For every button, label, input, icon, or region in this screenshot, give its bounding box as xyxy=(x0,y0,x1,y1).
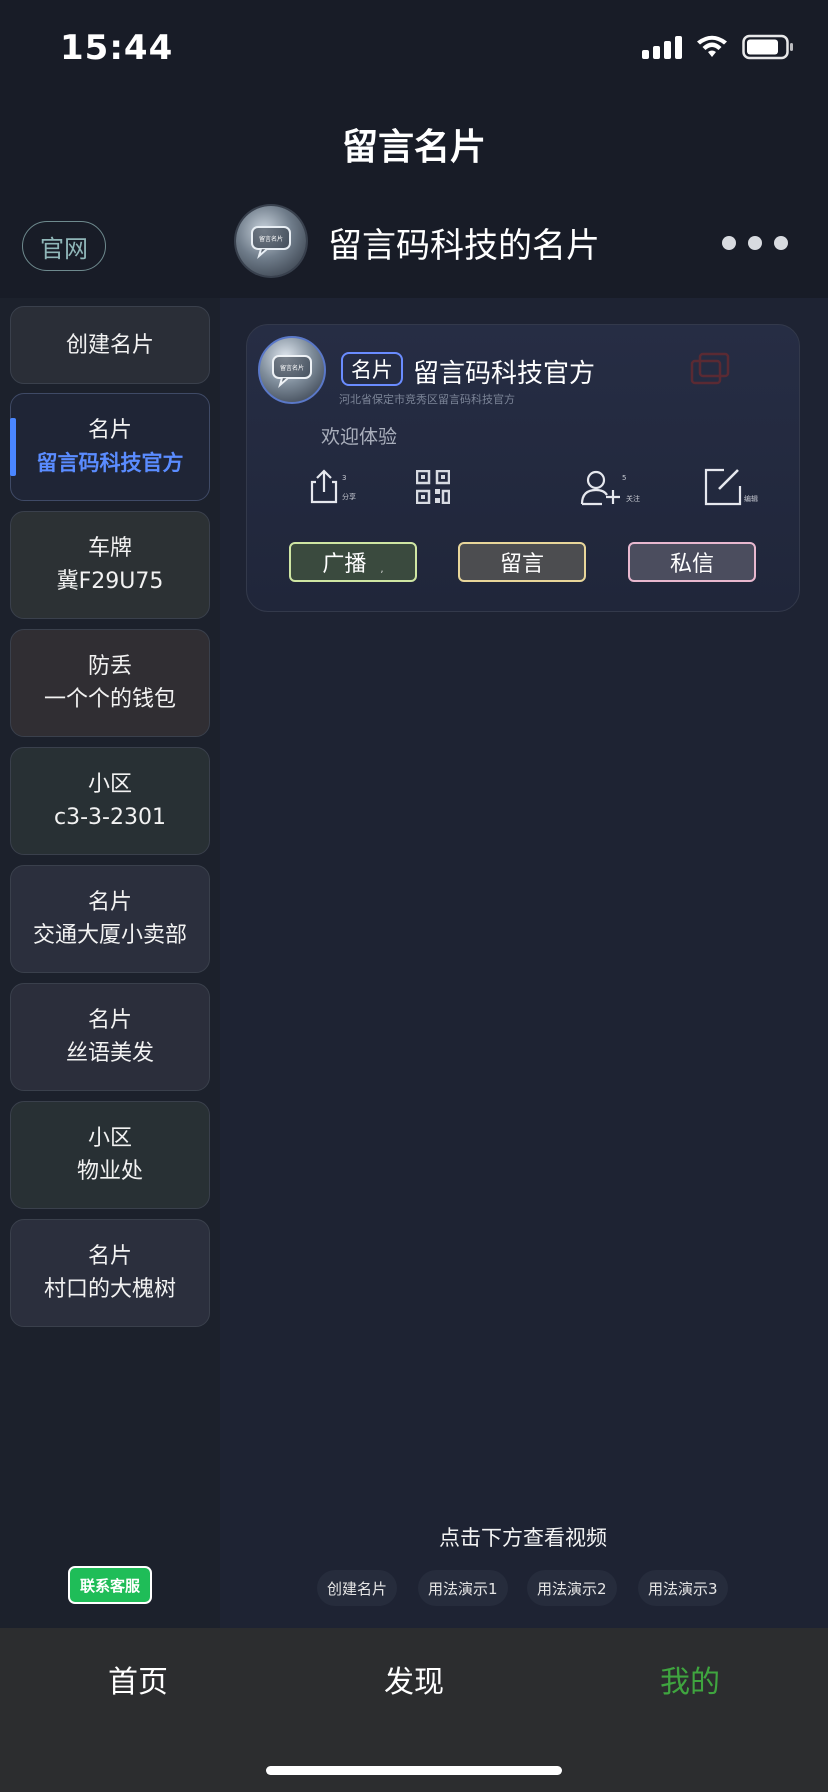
private-message-button[interactable]: 私信 xyxy=(628,542,756,582)
status-icons xyxy=(642,34,794,60)
tab-mine[interactable]: 我的 xyxy=(660,1657,720,1701)
page-title: 留言名片 xyxy=(341,127,486,168)
sidebar-item-name: 留言码科技官方 xyxy=(36,451,184,475)
sidebar-item-6[interactable]: 名片 丝语美发 xyxy=(10,983,210,1091)
sidebar-item-name: 丝语美发 xyxy=(65,1041,154,1066)
sidebar-item-name: 村口的大槐树 xyxy=(43,1277,176,1302)
sidebar-item-type: 防丢 xyxy=(87,654,132,679)
sidebar-item-name: 物业处 xyxy=(76,1159,143,1184)
welcome-text: 欢迎体验 xyxy=(321,426,398,448)
add-user-icon xyxy=(580,470,620,506)
follow-count: 5 xyxy=(622,474,627,482)
sidebar-item-type: 名片 xyxy=(87,1008,132,1033)
battery-icon xyxy=(742,34,793,60)
video-hint: 点击下方查看视频 xyxy=(439,1526,607,1550)
signal-icon xyxy=(642,35,682,59)
tab-home[interactable]: 首页 xyxy=(108,1657,168,1701)
more-icon[interactable] xyxy=(722,236,788,250)
wifi-icon xyxy=(697,35,727,57)
follow-button[interactable]: 5 关注 xyxy=(580,468,640,506)
chat-bubble-icon: 留言名片 xyxy=(272,355,312,388)
sidebar-item-name: c3-3-2301 xyxy=(54,805,166,830)
card-name: 留言码科技官方 xyxy=(413,359,596,389)
tab-discover[interactable]: 发现 xyxy=(384,1657,444,1701)
edit-icon xyxy=(704,468,742,506)
avatar-logo-text: 留言名片 xyxy=(259,235,283,243)
sidebar-item-name: 交通大厦小卖部 xyxy=(32,923,187,948)
official-site-button[interactable]: 官网 xyxy=(22,221,106,271)
sidebar-item-name: 冀F29U75 xyxy=(56,569,164,594)
sidebar-item-5[interactable]: 名片 交通大厦小卖部 xyxy=(10,865,210,973)
video-chip-create[interactable]: 创建名片 xyxy=(317,1570,398,1606)
sidebar-item-type: 小区 xyxy=(87,1126,132,1151)
qr-code-icon xyxy=(416,470,450,504)
broadcast-label: 广播 xyxy=(322,552,367,577)
share-icon xyxy=(310,469,338,504)
sidebar-item-7[interactable]: 小区 物业处 xyxy=(10,1101,210,1209)
active-indicator xyxy=(10,418,16,476)
sidebar-item-type: 小区 xyxy=(87,772,132,797)
qr-code-button[interactable] xyxy=(416,470,450,504)
sidebar-item-4[interactable]: 小区 c3-3-2301 xyxy=(10,747,210,855)
card-type-badge: 名片 xyxy=(341,352,403,386)
status-time: 15:44 xyxy=(60,28,174,68)
sidebar-item-1[interactable]: 名片 留言码科技官方 xyxy=(10,393,210,501)
contact-support-button[interactable]: 联系客服 xyxy=(68,1566,152,1604)
avatar[interactable]: 留言名片 xyxy=(236,206,306,276)
card-avatar[interactable]: 留言名片 xyxy=(258,336,326,404)
video-chip-demo-2[interactable]: 用法演示2 xyxy=(527,1570,617,1606)
sidebar-item-type: 名片 xyxy=(87,418,132,443)
create-card-label: 创建名片 xyxy=(65,332,154,358)
video-chip-demo-3[interactable]: 用法演示3 xyxy=(638,1570,728,1606)
broadcast-mark: , xyxy=(380,563,384,575)
sidebar-item-name: 一个个的钱包 xyxy=(43,687,176,712)
sidebar-item-8[interactable]: 名片 村口的大槐树 xyxy=(10,1219,210,1327)
share-caption: 分享 xyxy=(342,493,356,501)
create-card-button[interactable]: 创建名片 xyxy=(10,306,210,384)
edit-button[interactable]: 编辑 xyxy=(704,468,758,506)
edit-caption: 编辑 xyxy=(744,495,758,503)
share-count: 3 xyxy=(342,474,347,482)
sidebar-item-2[interactable]: 车牌 冀F29U75 xyxy=(10,511,210,619)
chat-bubble-icon: 留言名片 xyxy=(251,226,291,259)
broadcast-button[interactable]: 广播 , xyxy=(289,542,417,582)
sidebar-item-type: 名片 xyxy=(87,1244,132,1269)
home-indicator xyxy=(266,1766,562,1775)
video-chip-demo-1[interactable]: 用法演示1 xyxy=(418,1570,508,1606)
card-address: 河北省保定市竞秀区留言码科技官方 xyxy=(339,393,515,406)
card-owner-title: 留言码科技的名片 xyxy=(328,226,600,266)
sidebar-item-type: 车牌 xyxy=(87,536,132,561)
leave-message-button[interactable]: 留言 xyxy=(458,542,586,582)
sidebar-item-type: 名片 xyxy=(87,890,132,915)
share-button[interactable]: 3 分享 xyxy=(310,468,356,504)
stacked-cards-icon[interactable] xyxy=(690,352,732,386)
sidebar-item-3[interactable]: 防丢 一个个的钱包 xyxy=(10,629,210,737)
card-avatar-logo-text: 留言名片 xyxy=(280,364,304,372)
follow-caption: 关注 xyxy=(626,495,640,503)
screen: 15:44 留言名片 官网 留言名片 留言码科技的名片 创建名片 名片 留言码科… xyxy=(0,0,828,1792)
